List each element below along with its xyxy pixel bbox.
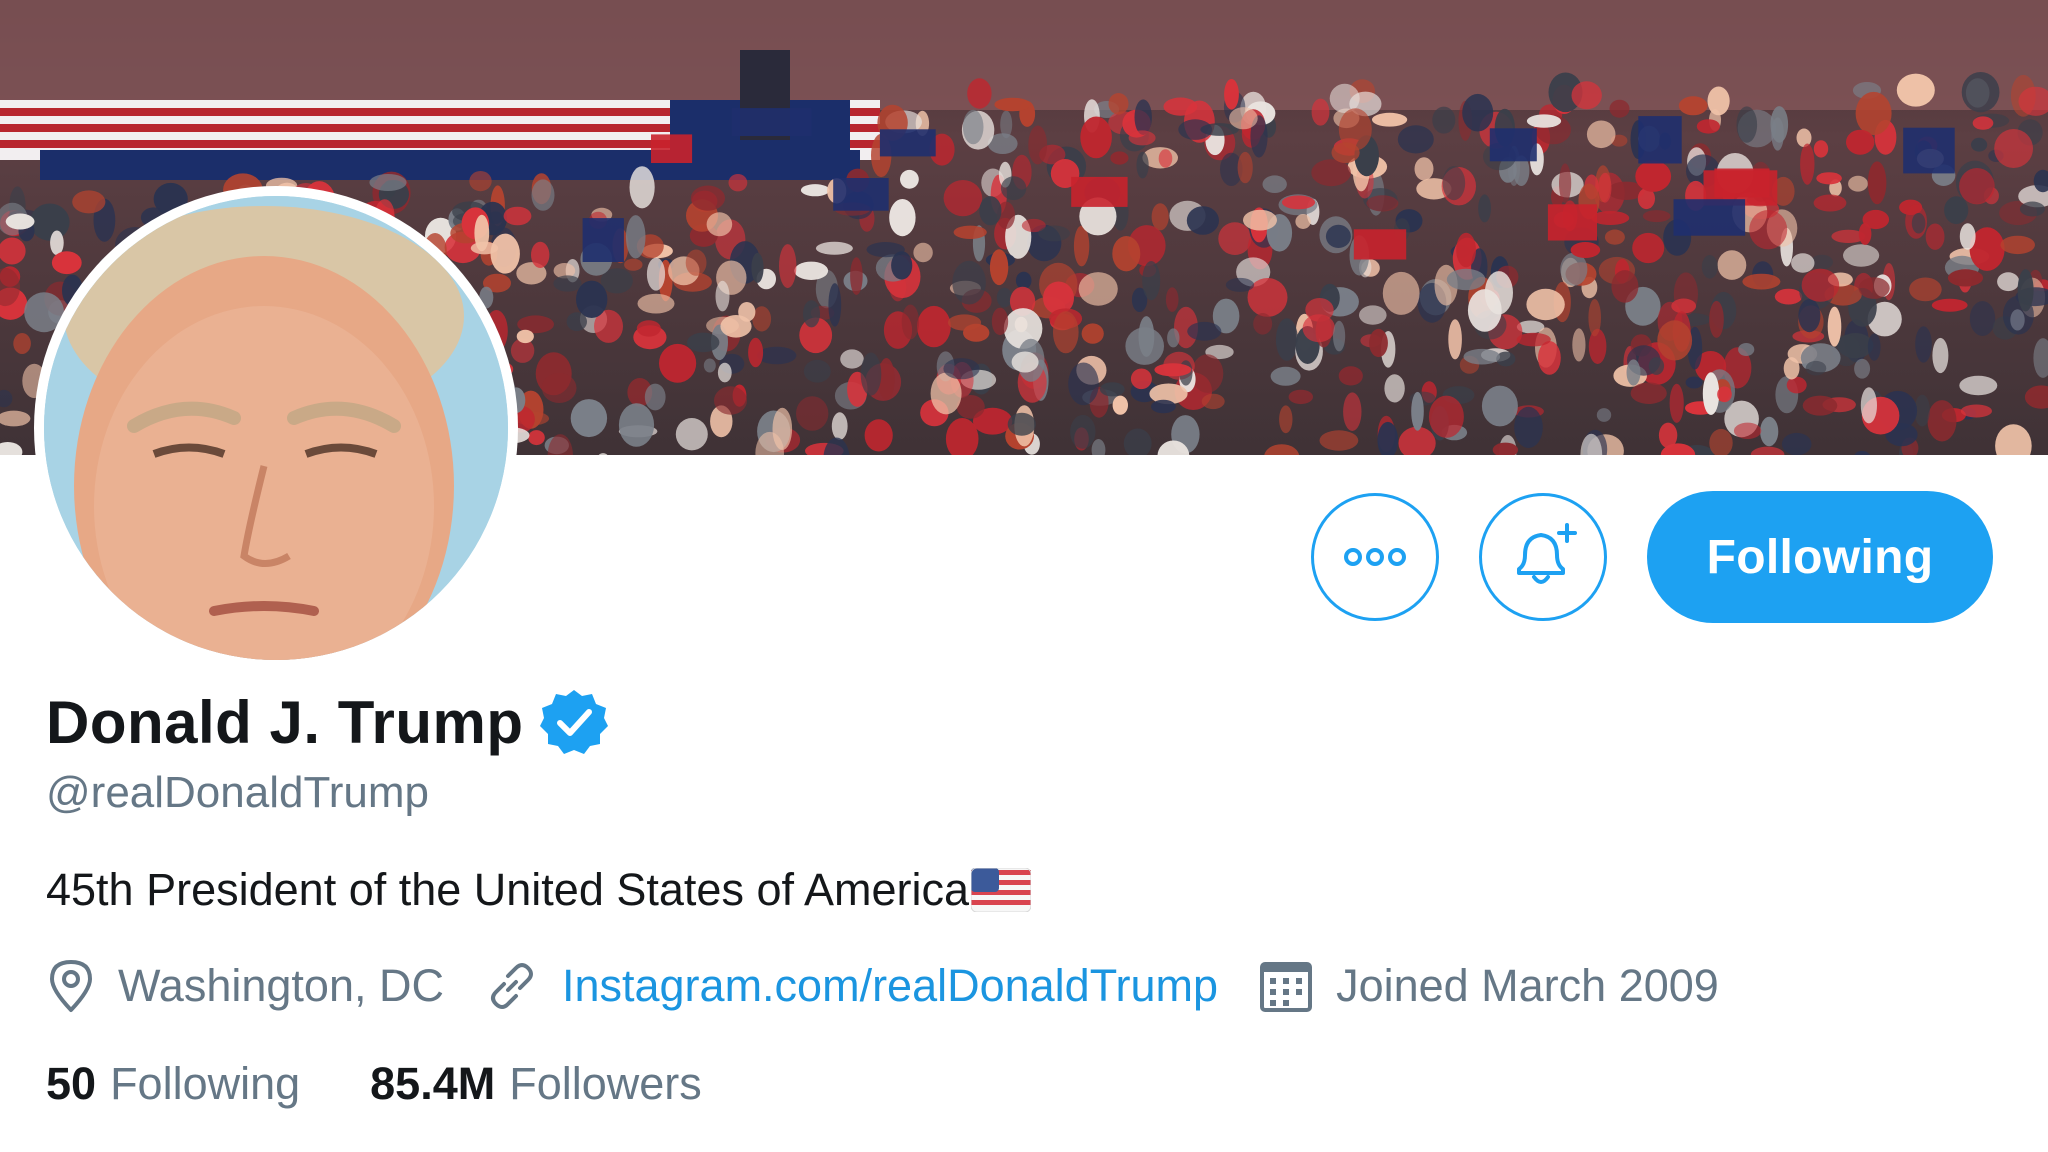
following-stat-label: Following bbox=[110, 1058, 301, 1109]
calendar-icon bbox=[1260, 962, 1313, 1012]
follow-stats-row: 50 Following 85.4M Followers bbox=[46, 1058, 772, 1110]
website-item: Instagram.com/realDonaldTrump bbox=[484, 958, 1218, 1014]
location-text: Washington, DC bbox=[118, 960, 444, 1011]
location-pin-icon bbox=[50, 960, 92, 1012]
more-options-button[interactable] bbox=[1311, 493, 1439, 621]
joined-item: Joined March 2009 bbox=[1258, 958, 1719, 1014]
notification-bell-icon bbox=[1517, 523, 1577, 584]
followers-stat[interactable]: 85.4M Followers bbox=[370, 1058, 702, 1110]
display-name-row: Donald J. Trump bbox=[46, 686, 610, 758]
link-icon bbox=[490, 963, 533, 1009]
location-item: Washington, DC bbox=[46, 958, 444, 1014]
verified-badge-icon bbox=[538, 686, 610, 758]
display-name: Donald J. Trump bbox=[46, 688, 524, 756]
followers-count: 85.4M bbox=[370, 1058, 496, 1109]
notifications-button[interactable] bbox=[1479, 493, 1607, 621]
us-flag-emoji bbox=[970, 867, 1032, 913]
following-count: 50 bbox=[46, 1058, 97, 1109]
profile-meta-row: Washington, DC Instagram.com/realDonaldT… bbox=[46, 958, 1759, 1014]
website-link[interactable]: Instagram.com/realDonaldTrump bbox=[562, 960, 1218, 1012]
following-stat[interactable]: 50 Following bbox=[46, 1058, 300, 1110]
more-dots-icon bbox=[1344, 548, 1406, 566]
profile-bio: 45th President of the United States of A… bbox=[46, 864, 1032, 916]
profile-page: Following Donald J. Trump @realDonaldTru… bbox=[0, 0, 2048, 1152]
following-button-label: Following bbox=[1706, 530, 1934, 584]
profile-avatar[interactable] bbox=[34, 186, 518, 670]
following-button[interactable]: Following bbox=[1647, 491, 1993, 623]
joined-text: Joined March 2009 bbox=[1336, 960, 1719, 1011]
user-handle: @realDonaldTrump bbox=[46, 768, 429, 817]
followers-stat-label: Followers bbox=[509, 1058, 702, 1109]
bio-text: 45th President of the United States of A… bbox=[46, 864, 970, 915]
